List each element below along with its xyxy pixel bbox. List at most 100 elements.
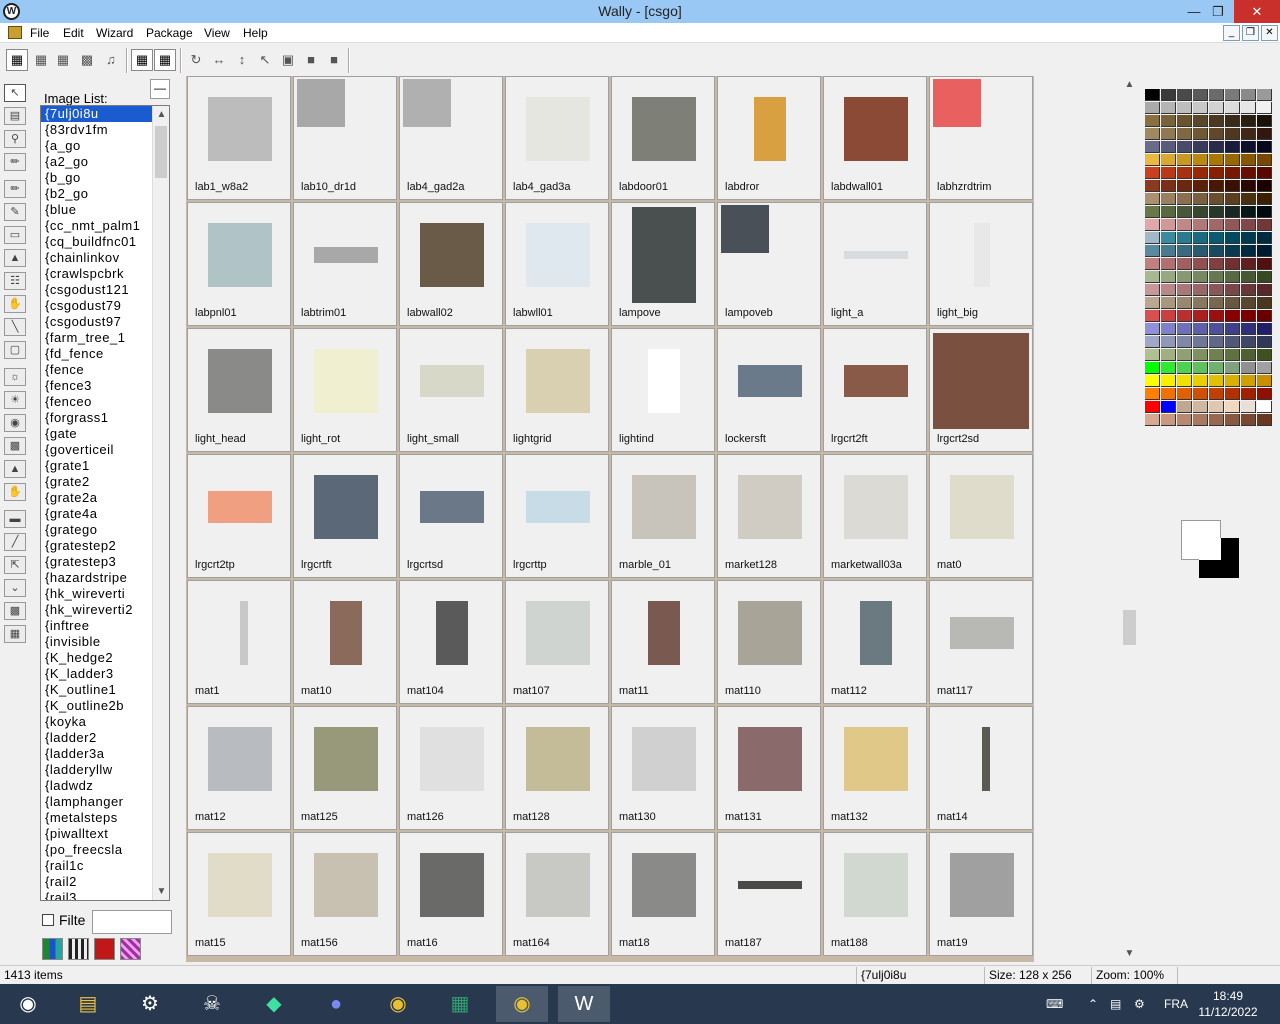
texture-tile[interactable]: lab4_gad2a	[399, 76, 503, 200]
image-list-icon[interactable]: ▦	[6, 49, 28, 71]
list-item[interactable]: {rail2	[41, 874, 152, 890]
palette-swatch[interactable]	[1257, 414, 1272, 426]
palette-swatch[interactable]	[1257, 167, 1272, 179]
texture-tile[interactable]: mat0	[929, 454, 1033, 578]
palette-swatch[interactable]	[1145, 388, 1160, 400]
palette-swatch[interactable]	[1145, 323, 1160, 335]
palette-swatch[interactable]	[1225, 89, 1240, 101]
palette-swatch[interactable]	[1145, 180, 1160, 192]
browse-icon[interactable]: ▩	[76, 49, 98, 71]
palette-swatch[interactable]	[1209, 219, 1224, 231]
texture-tile[interactable]: lab10_dr1d	[293, 76, 397, 200]
palette-swatch[interactable]	[1193, 180, 1208, 192]
language-indicator[interactable]: FRA	[1164, 984, 1188, 1024]
sound-icon[interactable]: ♫	[100, 49, 122, 71]
palette-swatch[interactable]	[1209, 167, 1224, 179]
palette-swatch[interactable]	[1225, 414, 1240, 426]
texture-tile[interactable]: lab1_w8a2	[187, 76, 291, 200]
palette-swatch[interactable]	[1225, 388, 1240, 400]
palette-swatch[interactable]	[1225, 362, 1240, 374]
palette-swatch[interactable]	[1257, 362, 1272, 374]
list-item[interactable]: {b_go	[41, 170, 152, 186]
texture-tile[interactable]: mat164	[505, 832, 609, 956]
palette-swatch[interactable]	[1225, 323, 1240, 335]
palette-swatch[interactable]	[1241, 154, 1256, 166]
palette-swatch[interactable]	[1209, 271, 1224, 283]
palette-swatch[interactable]	[1177, 154, 1192, 166]
palette-swatch[interactable]	[1177, 297, 1192, 309]
drop-icon[interactable]: ◉	[4, 414, 26, 432]
palette-swatch[interactable]	[1241, 245, 1256, 257]
palette-swatch[interactable]	[1193, 219, 1208, 231]
list-item[interactable]: {K_hedge2	[41, 650, 152, 666]
file-explorer-icon[interactable]: ▤	[62, 986, 114, 1022]
texture-tile[interactable]: light_rot	[293, 328, 397, 452]
palette-swatch[interactable]	[1193, 271, 1208, 283]
texture-tile[interactable]: mat19	[929, 832, 1033, 956]
palette-swatch[interactable]	[1193, 362, 1208, 374]
palette-swatch[interactable]	[1145, 193, 1160, 205]
palette-swatch[interactable]	[1257, 245, 1272, 257]
game-app-icon[interactable]: ☠	[186, 986, 238, 1022]
texture-tile[interactable]: mat107	[505, 580, 609, 704]
palette-swatch[interactable]	[1161, 310, 1176, 322]
scroll-up-icon[interactable]: ▲	[153, 106, 169, 123]
list-item[interactable]: {grate1	[41, 458, 152, 474]
palette-swatch[interactable]	[1225, 128, 1240, 140]
select-icon[interactable]: ▤	[4, 107, 26, 125]
blend-icon[interactable]: ▩	[4, 437, 26, 455]
palette-swatch[interactable]	[1145, 232, 1160, 244]
steam-tray-icon[interactable]: ⚙	[1134, 984, 1145, 1024]
list-item[interactable]: {7ulj0i8u	[41, 106, 152, 122]
scroll-down-icon[interactable]: ▼	[1121, 945, 1138, 962]
palette-swatch[interactable]	[1257, 102, 1272, 114]
palette-swatch[interactable]	[1225, 258, 1240, 270]
palette-swatch[interactable]	[1257, 258, 1272, 270]
palette-swatch[interactable]	[1177, 193, 1192, 205]
palette-swatch[interactable]	[1257, 219, 1272, 231]
thumbnail-view-icon[interactable]: ▦	[131, 49, 153, 71]
palette-swatch[interactable]	[1161, 193, 1176, 205]
brightness-icon[interactable]: ☼	[4, 368, 26, 386]
list-item[interactable]: {fence3	[41, 378, 152, 394]
palette-swatch[interactable]	[1257, 206, 1272, 218]
palette-swatch[interactable]	[1161, 258, 1176, 270]
palette-swatch[interactable]	[1161, 284, 1176, 296]
palette-swatch[interactable]	[1193, 310, 1208, 322]
palette-swatch[interactable]	[1209, 297, 1224, 309]
palette-swatch[interactable]	[1225, 297, 1240, 309]
start-icon[interactable]: ◉	[2, 986, 54, 1022]
palette-swatch[interactable]	[1177, 232, 1192, 244]
scroll-down-icon[interactable]: ▼	[153, 883, 169, 900]
texture-tile[interactable]: mat16	[399, 832, 503, 956]
pen-icon[interactable]: ✎	[4, 203, 26, 221]
palette-swatch[interactable]	[1241, 89, 1256, 101]
mdi-minimize-button[interactable]: _	[1223, 25, 1240, 41]
palette-swatch[interactable]	[1193, 284, 1208, 296]
offset-icon[interactable]: ■	[300, 49, 322, 71]
palette-swatch[interactable]	[1177, 284, 1192, 296]
rotate-icon[interactable]: ↻	[185, 49, 207, 71]
palette-swatch[interactable]	[1161, 401, 1176, 413]
palette-swatch[interactable]	[1241, 401, 1256, 413]
palette-swatch[interactable]	[1225, 206, 1240, 218]
list-item[interactable]: {gratestep3	[41, 554, 152, 570]
palette-swatch[interactable]	[1161, 232, 1176, 244]
palette-swatch[interactable]	[1257, 154, 1272, 166]
palette-swatch[interactable]	[1241, 414, 1256, 426]
palette-swatch[interactable]	[1161, 375, 1176, 387]
list-item[interactable]: {gratego	[41, 522, 152, 538]
palette-swatch[interactable]	[1145, 310, 1160, 322]
palette-swatch[interactable]	[1225, 349, 1240, 361]
palette-swatch[interactable]	[1193, 89, 1208, 101]
palette-swatch[interactable]	[1241, 141, 1256, 153]
palette-swatch[interactable]	[1241, 219, 1256, 231]
palette-swatch[interactable]	[1225, 232, 1240, 244]
palette-swatch[interactable]	[1241, 232, 1256, 244]
texture-tile[interactable]: lrgcrt2ft	[823, 328, 927, 452]
palette-swatch[interactable]	[1145, 115, 1160, 127]
list-item[interactable]: {grate2a	[41, 490, 152, 506]
palette-swatch[interactable]	[1177, 167, 1192, 179]
eraser-icon[interactable]: ▭	[4, 226, 26, 244]
list-item[interactable]: {rail3	[41, 890, 152, 900]
